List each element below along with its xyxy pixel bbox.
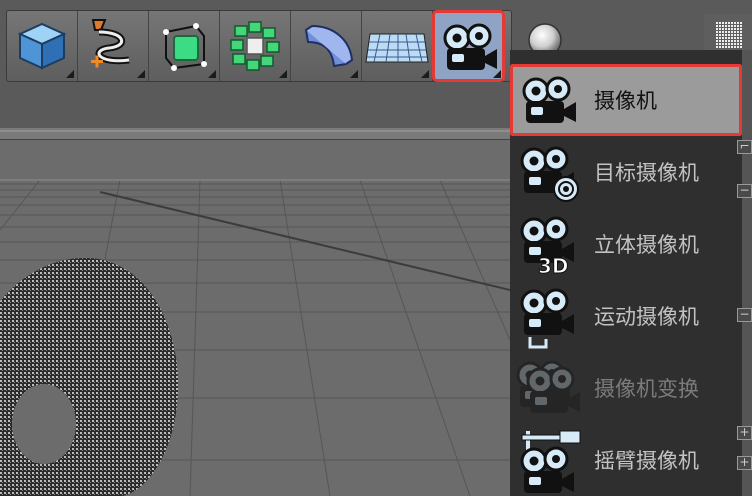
camera-tool-button[interactable] [432,10,505,82]
3d-viewport[interactable] [0,140,510,496]
menu-item-camera[interactable]: 摄像机 [510,64,742,136]
generator-tool-button[interactable] [149,11,220,81]
floor-icon [365,33,429,63]
target-camera-icon [520,146,579,202]
perspective-floor-grid [0,140,510,496]
menu-item-label: 摄像机变换 [594,377,699,401]
bracket-icon: ⌐ [737,140,752,154]
cube-tool-button[interactable] [7,11,78,81]
generator-cube-icon [163,23,207,71]
object-toolbar [6,10,512,82]
stereo-camera-icon: 3D [520,216,576,277]
spline-pen-icon [91,19,130,68]
submenu-corner-icon [421,70,429,78]
menu-item-label: 运动摄像机 [594,305,699,329]
cloner-icon [230,21,280,71]
motion-camera-icon [520,288,576,349]
expand-icon[interactable]: + [737,456,752,470]
camera-dropdown-menu: 摄像机 目标摄像机 3D 立体摄像机 运动摄像机 摄像机变换 摇臂摄像机 [510,50,742,496]
menu-item-label: 立体摄像机 [594,233,699,257]
menu-item-label: 目标摄像机 [594,161,699,185]
crane-camera-icon [520,430,581,493]
grid-toggle-button[interactable] [704,14,752,54]
menu-item-crane-camera[interactable]: 摇臂摄像机 [510,424,742,496]
cube-icon [17,22,67,70]
submenu-corner-icon [350,70,358,78]
menu-item-camera-morph: 摄像机变换 [510,352,742,424]
collapse-icon[interactable]: − [737,308,752,322]
submenu-corner-icon [279,70,287,78]
submenu-corner-icon [493,70,501,78]
submenu-corner-icon [66,70,74,78]
camera-icon [443,23,498,72]
viewport-header [0,88,510,140]
spline-tool-button[interactable] [78,11,149,81]
expand-icon[interactable]: + [737,426,752,440]
menu-item-motion-camera[interactable]: 运动摄像机 [510,280,742,352]
svg-text:3D: 3D [538,254,569,277]
camera-icon [522,76,578,125]
grid-dots-icon [716,22,742,48]
mograph-tool-button[interactable] [220,11,291,81]
collapse-icon[interactable]: − [737,184,752,198]
floor-tool-button[interactable] [362,11,433,81]
menu-item-label: 摄像机 [594,89,657,113]
menu-item-label: 摇臂摄像机 [594,449,699,473]
deformer-tool-button[interactable] [291,11,362,81]
submenu-corner-icon [137,70,145,78]
submenu-corner-icon [208,70,216,78]
camera-morph-icon [516,360,582,415]
header-divider [0,130,510,132]
menu-item-stereo-camera[interactable]: 3D 立体摄像机 [510,208,742,280]
menu-item-target-camera[interactable]: 目标摄像机 [510,136,742,208]
bend-deformer-icon [304,24,354,68]
